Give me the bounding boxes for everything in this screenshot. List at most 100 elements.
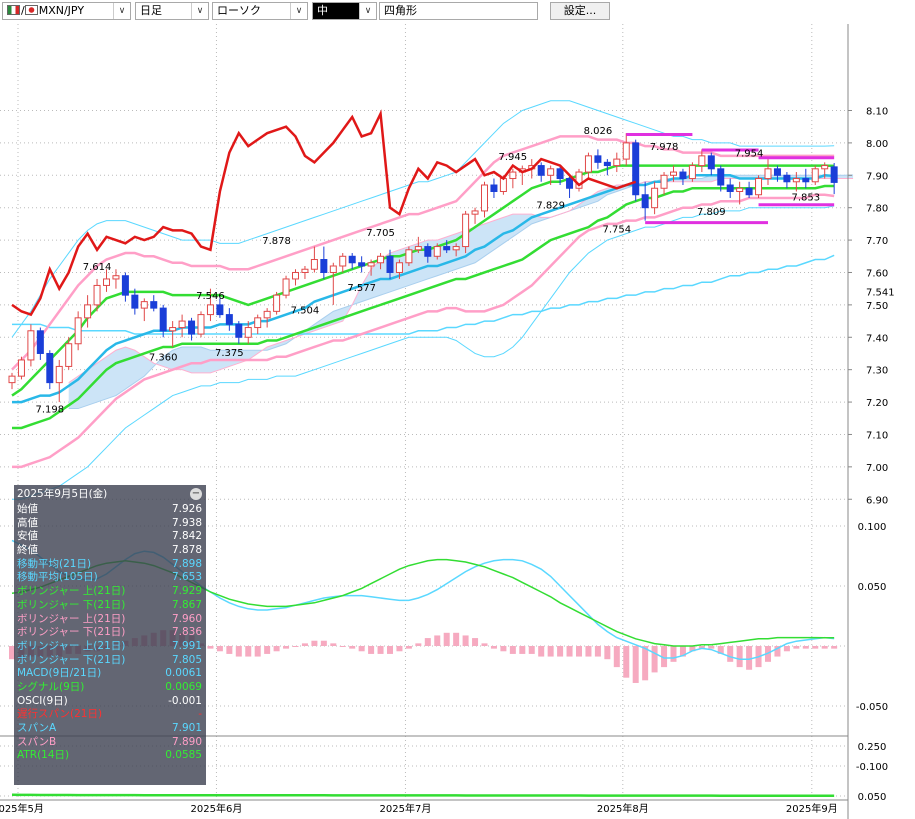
osci-bar	[273, 646, 280, 652]
macd-tick-label: 0.050	[858, 582, 887, 593]
osci-bar	[283, 646, 290, 649]
data-window-label: ボリンジャー 上(21日)	[17, 612, 126, 625]
currency-pair-select[interactable]: / MXN/JPY ∨	[2, 2, 131, 20]
osci-bar	[207, 646, 214, 649]
osci-bar	[613, 646, 620, 668]
osci-bar	[670, 646, 677, 662]
atr-panel	[11, 793, 835, 797]
data-window-value: 7.890	[171, 735, 202, 748]
candle-body	[329, 265, 337, 273]
osci-bar	[519, 646, 526, 654]
candle-body	[310, 259, 318, 270]
price-tick-label: 7.20	[866, 398, 888, 409]
data-window-value: 7.926	[171, 503, 202, 515]
data-window-label: 遅行スパン(21日)	[17, 708, 103, 721]
chevron-down-icon: ∨	[359, 3, 376, 19]
price-annotation: 7.954	[735, 149, 764, 160]
data-window-row: ボリンジャー 上(21日) 7.991	[14, 640, 206, 654]
candle-body	[433, 246, 441, 257]
candle-body	[424, 246, 432, 257]
marker-shape-label: 四角形	[384, 4, 417, 17]
cloud-fill	[68, 174, 854, 409]
data-window-label: ボリンジャー 上(21日)	[17, 639, 126, 652]
candle-body	[386, 255, 394, 273]
osci-bar	[396, 646, 403, 652]
candle-body	[339, 255, 347, 267]
price-tick-label: 7.10	[866, 430, 888, 441]
currency-pair-label: MXN/JPY	[38, 4, 85, 17]
candle-body	[367, 262, 375, 267]
chart-style-label: ローソク	[217, 4, 261, 17]
price-tick-label: 7.90	[866, 171, 888, 182]
collapse-icon[interactable]: −	[190, 488, 202, 500]
osci-bar	[415, 643, 422, 646]
data-window-label: シグナル(9日)	[17, 680, 85, 693]
price-annotation: 7.705	[366, 228, 395, 239]
chart-style-select[interactable]: ローソク ∨	[212, 2, 308, 20]
timeframe-select[interactable]: 日足 ∨	[135, 2, 209, 20]
candle-body	[764, 168, 772, 180]
candle-body	[490, 184, 498, 192]
settings-button[interactable]: 設定...	[550, 2, 610, 20]
candle-body	[566, 178, 574, 189]
candle-body	[405, 249, 413, 264]
osci-bar	[566, 646, 573, 657]
candle-body	[509, 171, 517, 180]
chevron-down-icon: ∨	[290, 3, 307, 19]
osci-bar	[708, 646, 715, 649]
data-window-label: スパンA	[17, 722, 57, 734]
data-window-label: ボリンジャー 上(21日)	[17, 585, 126, 598]
price-annotation: 7.754	[602, 225, 631, 236]
osci-bar	[387, 646, 393, 654]
osci-bar	[585, 646, 592, 657]
osci-bar	[472, 638, 479, 646]
data-window-value: 7.805	[171, 653, 202, 666]
data-window-row: ボリンジャー 上(21日) 7.929	[14, 585, 206, 599]
data-window-row: ボリンジャー 下(21日) 7.867	[14, 599, 206, 613]
price-annotation: 7.577	[347, 283, 376, 294]
date-tick-label: 2025年5月	[0, 802, 44, 815]
osci-bar	[254, 646, 261, 657]
osci-bar	[481, 643, 488, 646]
date-tick-label: 2025年6月	[191, 802, 243, 815]
candle-body	[178, 320, 186, 329]
data-window-rows: 始値 7.926 高値 7.938 安値 7.842 終値 7.878 移動平均(21日) 7.8…	[14, 503, 206, 763]
candle-body	[537, 165, 545, 176]
osci-bar	[330, 643, 337, 646]
chevron-down-icon: ∨	[191, 3, 208, 19]
data-window-row: ボリンジャー 上(21日) 7.960	[14, 613, 206, 627]
candle-body	[93, 284, 101, 306]
candle-body	[197, 314, 205, 335]
osci-bar	[462, 635, 469, 646]
osci-bar	[443, 632, 450, 646]
candle-body	[159, 307, 167, 332]
osci-bar	[424, 638, 431, 646]
price-annotation: 7.829	[536, 200, 565, 211]
candle-body	[792, 178, 800, 183]
candle-body	[36, 330, 44, 354]
candle-body	[254, 317, 262, 329]
candle-body	[603, 161, 611, 167]
candle-body	[830, 166, 838, 183]
data-window-label: 移動平均(105日)	[17, 571, 98, 584]
candle-body	[698, 155, 706, 167]
price-annotation: 8.026	[584, 126, 613, 137]
size-select[interactable]: 中 ∨	[312, 2, 377, 20]
osci-bar	[405, 646, 412, 649]
candle-body	[547, 168, 555, 176]
marker-shape-field[interactable]: 四角形	[379, 2, 538, 20]
candle-body	[216, 304, 224, 316]
osci-bar	[642, 646, 649, 681]
osci-bar	[509, 646, 516, 654]
data-window-row: シグナル(9日) 0.0069	[14, 681, 206, 695]
data-window-row: ボリンジャー 下(21日) 7.805	[14, 654, 206, 668]
data-window-value: 7.653	[171, 571, 202, 584]
price-annotation: 7.853	[791, 192, 820, 203]
candle-body	[358, 262, 366, 267]
candle-body	[726, 184, 734, 192]
data-window-row: 移動平均(105日) 7.653	[14, 571, 206, 585]
candle-body	[594, 155, 602, 163]
data-window-label: MACD(9日/21日)	[17, 667, 102, 680]
data-window-row: 終値 7.878	[14, 544, 206, 558]
osci-bar	[594, 646, 601, 657]
